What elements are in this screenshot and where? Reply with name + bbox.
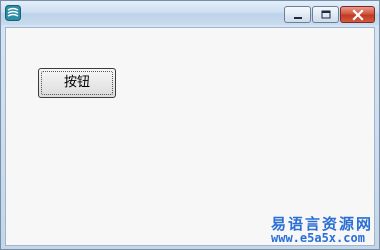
- app-window: 按钮 易语言资源网 www.e5a5x.com: [0, 0, 380, 250]
- close-icon: [352, 9, 364, 21]
- watermark-url: www.e5a5x.com: [271, 231, 365, 245]
- maximize-icon: [321, 10, 331, 19]
- main-button[interactable]: 按钮: [38, 68, 116, 98]
- minimize-button[interactable]: [284, 6, 311, 23]
- app-icon: [5, 5, 21, 21]
- title-bar[interactable]: [1, 1, 379, 25]
- main-button-label: 按钮: [63, 75, 90, 90]
- close-button[interactable]: [340, 6, 375, 23]
- minimize-icon: [294, 17, 302, 19]
- maximize-button[interactable]: [312, 6, 339, 23]
